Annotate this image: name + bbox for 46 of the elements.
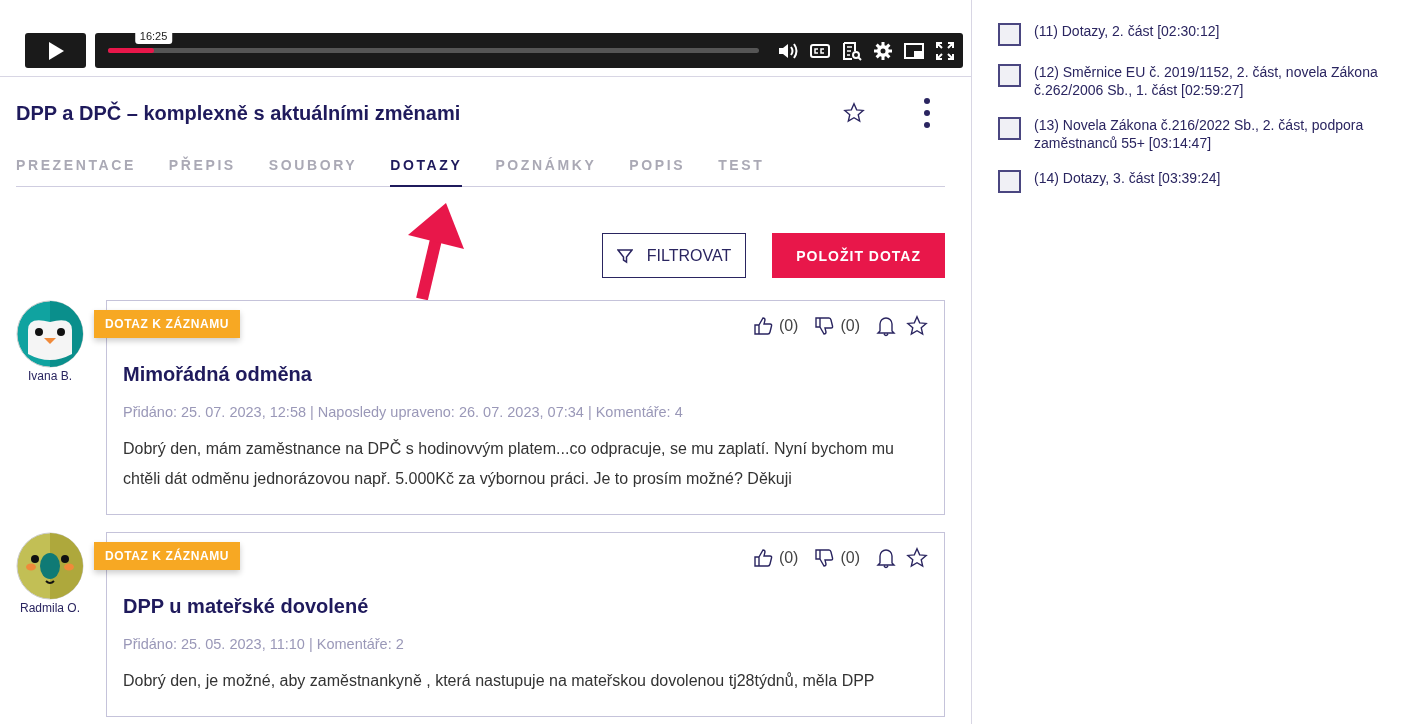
play-button[interactable] — [25, 33, 86, 68]
like-count: (0) — [778, 549, 799, 567]
question-text: Dobrý den, je možné, aby zaměstnankyně , která nastupuje na mateřskou dovolenou tj28týdnů, měla DPP — [123, 671, 876, 691]
chapter-label[interactable]: (14) Dotazy, 3. část [03:39:24] — [1034, 169, 1221, 187]
transcript-search-icon[interactable] — [841, 40, 863, 61]
thumbs-up-icon[interactable] — [752, 548, 773, 568]
chapter-label[interactable]: (11) Dotazy, 2. část [02:30:12] — [1034, 22, 1220, 40]
star-icon[interactable] — [906, 547, 928, 569]
more-menu-icon[interactable] — [923, 97, 931, 129]
question-title[interactable]: Mimořádná odměna — [123, 363, 928, 386]
author-name: Radmila O. — [20, 601, 80, 615]
thumbs-down-icon[interactable] — [814, 316, 835, 336]
thumbs-down-icon[interactable] — [814, 548, 835, 568]
picture-in-picture-icon[interactable] — [903, 41, 925, 60]
question-badge: DOTAZ K ZÁZNAMU — [94, 310, 241, 338]
tab[interactable]: DOTAZY — [390, 151, 463, 187]
settings-icon[interactable] — [873, 40, 893, 61]
play-icon — [46, 40, 65, 61]
dislike-count: (0) — [840, 317, 860, 335]
question-meta: Přidáno: 25. 05. 2023, 11:10 | Komentáře: 2 — [123, 636, 405, 652]
chapter-label[interactable]: (12) Směrnice EU č. 2019/1152, 2. část, novela Zákona č.262/2006 Sb., 1. část [02:59:27] — [1034, 63, 1384, 99]
chapter-checkbox[interactable] — [998, 117, 1021, 140]
fullscreen-icon[interactable] — [935, 40, 955, 61]
question-badge: DOTAZ K ZÁZNAMU — [94, 542, 241, 570]
author-name: Ivana B. — [28, 369, 72, 383]
bell-icon[interactable] — [876, 547, 896, 569]
ask-question-button[interactable]: POLOŽIT DOTAZ — [772, 233, 945, 278]
parrot-avatar — [16, 532, 84, 600]
star-icon[interactable] — [906, 315, 928, 337]
question-meta: Přidáno: 25. 07. 2023, 12:58 | Naposledy upraveno: 26. 07. 2023, 07:34 | Komentáře: 4 — [123, 404, 684, 420]
bell-icon[interactable] — [876, 315, 896, 337]
chapter-checkbox[interactable] — [998, 23, 1021, 46]
chapter-label[interactable]: (13) Novela Zákona č.216/2022 Sb., 2. část, podpora zaměstnanců 55+ [03:14:47] — [1034, 116, 1384, 152]
dislike-count: (0) — [840, 549, 860, 567]
course-title: DPP a DPČ – komplexně s aktuálními změnami — [16, 101, 462, 125]
captions-icon[interactable] — [809, 41, 831, 60]
filter-button[interactable]: FILTROVAT — [601, 233, 747, 278]
question-text: Dobrý den, mám zaměstnance na DPČ s hodinovvým platem...co odpracuje, se mu zaplatí. Nyní bychom mu chtěli dát odměnu jednorázovou např. 5.000Kč za výbornou práci. Je to prosím možné? Děkuji — [123, 438, 895, 489]
chapter-checkbox[interactable] — [998, 64, 1021, 87]
star-icon[interactable] — [843, 102, 865, 124]
question-title[interactable]: DPP u mateřské dovolené — [123, 595, 928, 618]
penguin-avatar — [16, 300, 84, 368]
filter-icon — [616, 247, 633, 264]
thumbs-up-icon[interactable] — [752, 316, 773, 336]
like-count: (0) — [778, 317, 799, 335]
chapter-checkbox[interactable] — [998, 170, 1021, 193]
